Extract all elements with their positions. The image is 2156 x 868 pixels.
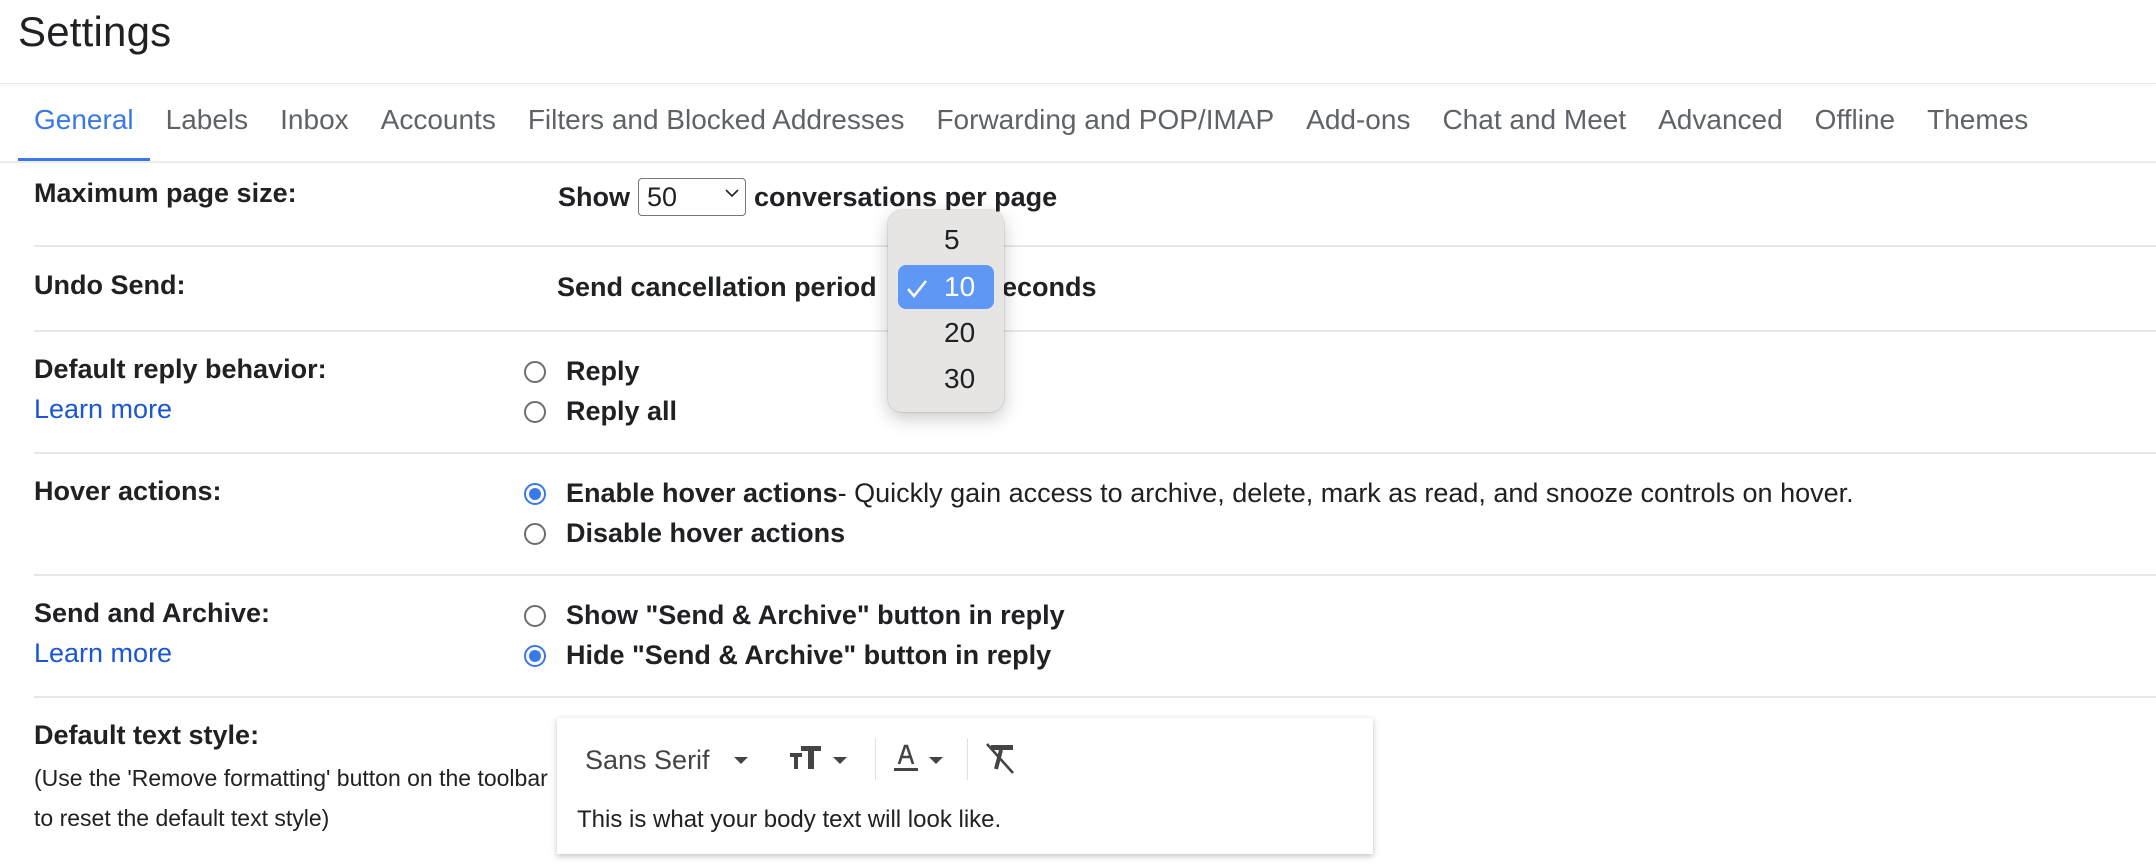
option-label: 30 <box>944 363 976 394</box>
text-style-editor: Sans Serif This is what your body text w… <box>557 718 1373 854</box>
tab-chat-meet[interactable]: Chat and Meet <box>1426 100 1642 162</box>
dropdown-option-5[interactable]: 5 <box>898 218 994 262</box>
hover-actions-label: Hover actions: <box>34 476 222 506</box>
settings-tabs: General Labels Inbox Accounts Filters an… <box>18 100 2044 162</box>
page-title: Settings <box>18 8 172 55</box>
caret-down-icon <box>929 756 943 764</box>
tab-themes[interactable]: Themes <box>1911 100 2044 162</box>
checkmark-icon <box>906 275 928 307</box>
dropdown-option-20[interactable]: 20 <box>898 311 994 355</box>
row-divider <box>34 696 2156 698</box>
remove-formatting-icon <box>983 741 1019 780</box>
undo-send-label: Undo Send: <box>34 270 186 300</box>
title-divider <box>0 83 2156 84</box>
tab-filters[interactable]: Filters and Blocked Addresses <box>512 100 921 162</box>
radio-option-hide-send-archive[interactable]: Hide "Send & Archive" button in reply <box>524 640 1051 671</box>
page-size-value: 50 <box>647 181 678 212</box>
tab-add-ons[interactable]: Add-ons <box>1290 100 1426 162</box>
tab-general[interactable]: General <box>18 100 150 162</box>
seconds-text: econds <box>1002 272 1097 302</box>
caret-down-icon <box>733 756 748 764</box>
font-size-icon <box>789 743 825 778</box>
font-family-value: Sans Serif <box>585 744 710 775</box>
learn-more-link[interactable]: Learn more <box>34 394 172 425</box>
tabs-divider <box>0 161 2156 163</box>
default-reply-label: Default reply behavior: <box>34 354 327 384</box>
radio-option-disable-hover[interactable]: Disable hover actions <box>524 518 845 549</box>
tab-accounts[interactable]: Accounts <box>365 100 512 162</box>
caret-down-icon <box>833 756 847 764</box>
hide-send-archive-radio[interactable] <box>524 644 546 667</box>
remove-formatting-button[interactable] <box>983 738 1019 782</box>
learn-more-link[interactable]: Learn more <box>34 638 172 669</box>
reply-all-radio[interactable] <box>524 400 546 423</box>
toolbar-separator <box>967 738 968 780</box>
font-size-button[interactable] <box>789 738 847 782</box>
show-text: Show <box>558 181 630 212</box>
conversations-per-page-text: conversations per page <box>754 181 1058 212</box>
radio-option-show-send-archive[interactable]: Show "Send & Archive" button in reply <box>524 600 1065 631</box>
toolbar-separator <box>875 738 876 780</box>
text-color-icon <box>891 742 921 779</box>
dropdown-option-30[interactable]: 30 <box>898 357 994 401</box>
hide-send-archive-label[interactable]: Hide "Send & Archive" button in reply <box>566 640 1051 671</box>
option-label: 10 <box>944 271 976 302</box>
text-style-preview: This is what your body text will look li… <box>577 806 1002 833</box>
enable-hover-label[interactable]: Enable hover actions <box>566 478 838 509</box>
radio-option-enable-hover[interactable]: Enable hover actions - Quickly gain acce… <box>524 478 1854 509</box>
tab-advanced[interactable]: Advanced <box>1642 100 1799 162</box>
option-label: 5 <box>944 224 960 255</box>
font-family-select[interactable]: Sans Serif <box>585 738 748 782</box>
reply-label[interactable]: Reply <box>566 356 640 387</box>
reply-radio[interactable] <box>524 360 546 383</box>
enable-hover-radio[interactable] <box>524 482 546 505</box>
tab-offline[interactable]: Offline <box>1799 100 1911 162</box>
radio-option-reply[interactable]: Reply <box>524 356 640 387</box>
send-archive-label: Send and Archive: <box>34 598 271 628</box>
chevron-down-icon <box>725 188 739 200</box>
show-send-archive-label[interactable]: Show "Send & Archive" button in reply <box>566 600 1065 631</box>
text-style-note: (Use the 'Remove formatting' button on t… <box>34 765 548 831</box>
text-color-button[interactable] <box>891 738 943 782</box>
tab-inbox[interactable]: Inbox <box>264 100 365 162</box>
row-divider <box>34 245 2156 247</box>
reply-all-label[interactable]: Reply all <box>566 396 677 427</box>
tab-labels[interactable]: Labels <box>150 100 265 162</box>
show-send-archive-radio[interactable] <box>524 604 546 627</box>
disable-hover-radio[interactable] <box>524 522 546 545</box>
enable-hover-description: - Quickly gain access to archive, delete… <box>837 478 1854 508</box>
max-page-size-label: Maximum page size: <box>34 178 297 208</box>
text-style-label: Default text style: <box>34 720 260 750</box>
row-divider <box>34 452 2156 454</box>
undo-send-dropdown: 5 10 20 30 <box>888 210 1004 412</box>
dropdown-option-10[interactable]: 10 <box>898 265 994 309</box>
disable-hover-label[interactable]: Disable hover actions <box>566 518 845 549</box>
send-cancellation-text: Send cancellation period <box>557 272 877 302</box>
tab-forwarding[interactable]: Forwarding and POP/IMAP <box>920 100 1290 162</box>
page-size-select[interactable]: 50 <box>638 178 746 216</box>
row-divider <box>34 574 2156 576</box>
option-label: 20 <box>944 317 976 348</box>
radio-option-reply-all[interactable]: Reply all <box>524 396 677 427</box>
row-divider <box>34 330 2156 332</box>
